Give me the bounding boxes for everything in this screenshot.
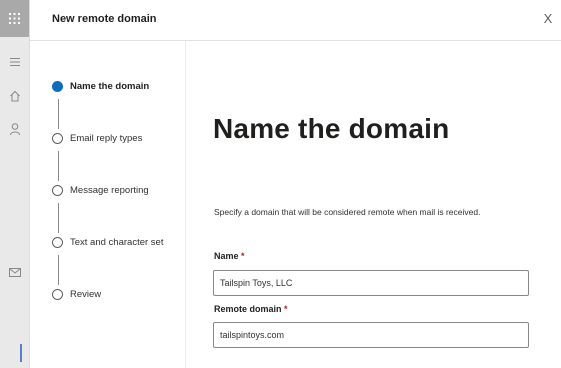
wizard-steps: Name the domain Email reply types Messag…	[30, 41, 186, 368]
step-connector	[58, 99, 59, 129]
name-label-text: Name	[214, 251, 239, 261]
remote-domain-input[interactable]	[213, 322, 529, 348]
step-text-and-character-set[interactable]: Text and character set	[52, 234, 163, 250]
step-name-the-domain[interactable]: Name the domain	[52, 78, 149, 94]
step-description: Specify a domain that will be considered…	[214, 207, 481, 217]
name-field-label: Name *	[214, 251, 245, 261]
step-indicator-icon	[52, 132, 63, 144]
remote-domain-field-label: Remote domain *	[214, 304, 288, 314]
waffle-icon	[9, 13, 20, 24]
mail-icon[interactable]	[8, 265, 22, 279]
step-label: Email reply types	[70, 132, 143, 144]
panel-title: New remote domain	[52, 13, 157, 25]
close-button[interactable]: X	[538, 9, 558, 29]
step-label: Review	[70, 288, 102, 300]
step-label: Name the domain	[70, 80, 150, 92]
app-launcher-button[interactable]	[0, 0, 29, 37]
remote-domain-label-text: Remote domain	[214, 304, 282, 314]
step-label: Text and character set	[70, 236, 164, 248]
menu-icon[interactable]	[8, 55, 22, 69]
step-message-reporting[interactable]: Message reporting	[52, 182, 149, 198]
step-indicator-icon	[52, 288, 63, 300]
home-icon[interactable]	[8, 89, 22, 103]
step-connector	[58, 151, 59, 181]
person-icon[interactable]	[8, 122, 22, 136]
step-indicator-icon	[52, 184, 63, 196]
required-indicator: *	[241, 251, 245, 261]
step-email-reply-types[interactable]: Email reply types	[52, 130, 142, 146]
step-connector	[58, 255, 59, 285]
step-indicator-icon	[52, 80, 63, 92]
name-input[interactable]	[213, 270, 529, 296]
required-indicator: *	[284, 304, 288, 314]
page-title: Name the domain	[213, 113, 450, 144]
app-rail	[0, 0, 30, 368]
step-indicator-icon	[52, 236, 63, 248]
step-content: Name the domain Specify a domain that wi…	[186, 41, 561, 368]
rail-scroll-indicator	[20, 344, 22, 362]
step-connector	[58, 203, 59, 233]
new-remote-domain-panel: New remote domain X Name the domain Emai…	[30, 0, 561, 368]
step-review[interactable]: Review	[52, 286, 101, 302]
panel-header: New remote domain X	[30, 0, 561, 41]
step-label: Message reporting	[70, 184, 149, 196]
close-icon: X	[543, 11, 553, 26]
